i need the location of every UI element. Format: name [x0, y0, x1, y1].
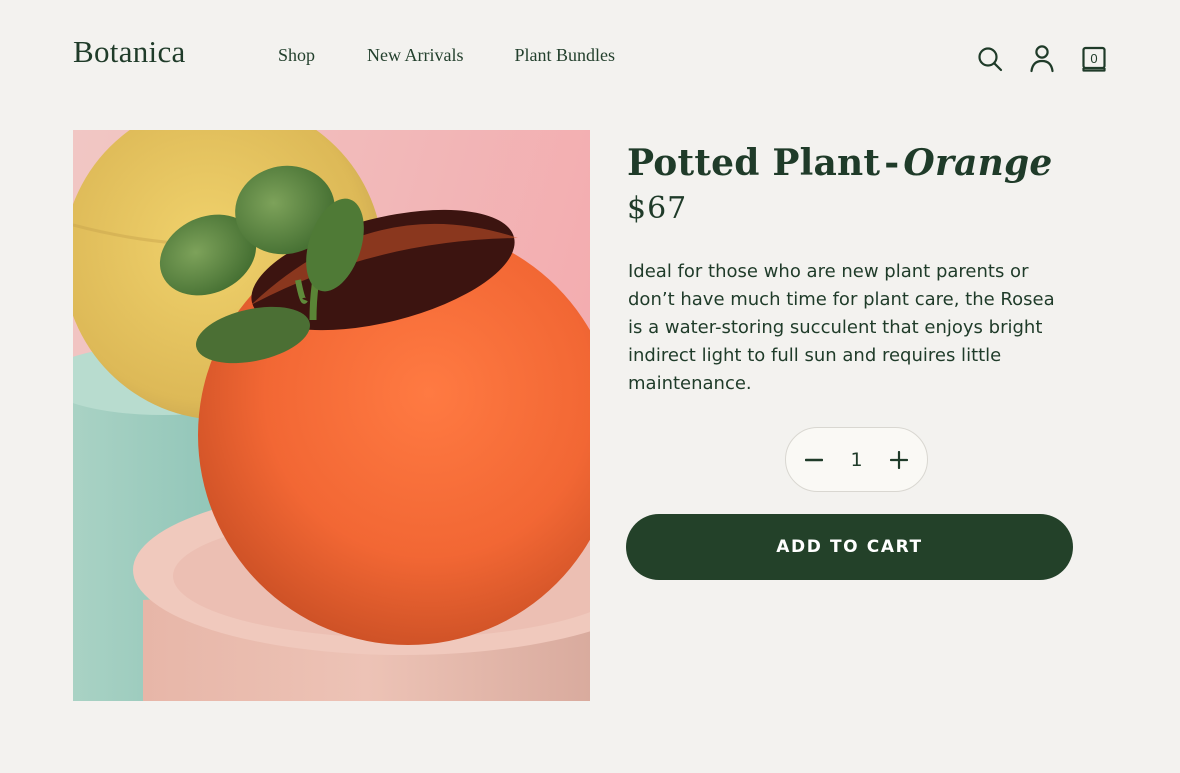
quantity-stepper: 1: [785, 427, 928, 492]
product-title: Potted Plant - Orange: [627, 142, 1053, 184]
product-title-separator: -: [884, 142, 900, 184]
product-price: $67: [627, 191, 688, 226]
quantity-value[interactable]: 1: [842, 449, 872, 471]
plus-icon: [890, 450, 908, 469]
product-title-variant: Orange: [903, 142, 1053, 184]
minus-icon: [805, 458, 823, 461]
account-icon[interactable]: [1028, 44, 1056, 74]
cart-icon[interactable]: 0: [1080, 44, 1108, 74]
header-icons: 0: [976, 44, 1108, 74]
product-title-main: Potted Plant: [627, 142, 881, 184]
product-image: [73, 130, 590, 701]
add-to-cart-button[interactable]: ADD TO CART: [626, 514, 1073, 580]
nav-item-new-arrivals[interactable]: New Arrivals: [367, 45, 463, 66]
product-description: Ideal for those who are new plant parent…: [628, 261, 1055, 394]
main-nav: Shop New Arrivals Plant Bundles: [278, 45, 667, 66]
increase-quantity-button[interactable]: [887, 448, 911, 472]
product-page: Botanica Shop New Arrivals Plant Bundles…: [0, 0, 1180, 773]
cart-count-badge: 0: [1090, 51, 1098, 66]
nav-item-plant-bundles[interactable]: Plant Bundles: [515, 45, 616, 66]
nav-item-shop[interactable]: Shop: [278, 45, 315, 66]
decrease-quantity-button[interactable]: [802, 448, 826, 472]
search-icon[interactable]: [976, 44, 1004, 74]
brand-logo[interactable]: Botanica: [73, 34, 186, 70]
